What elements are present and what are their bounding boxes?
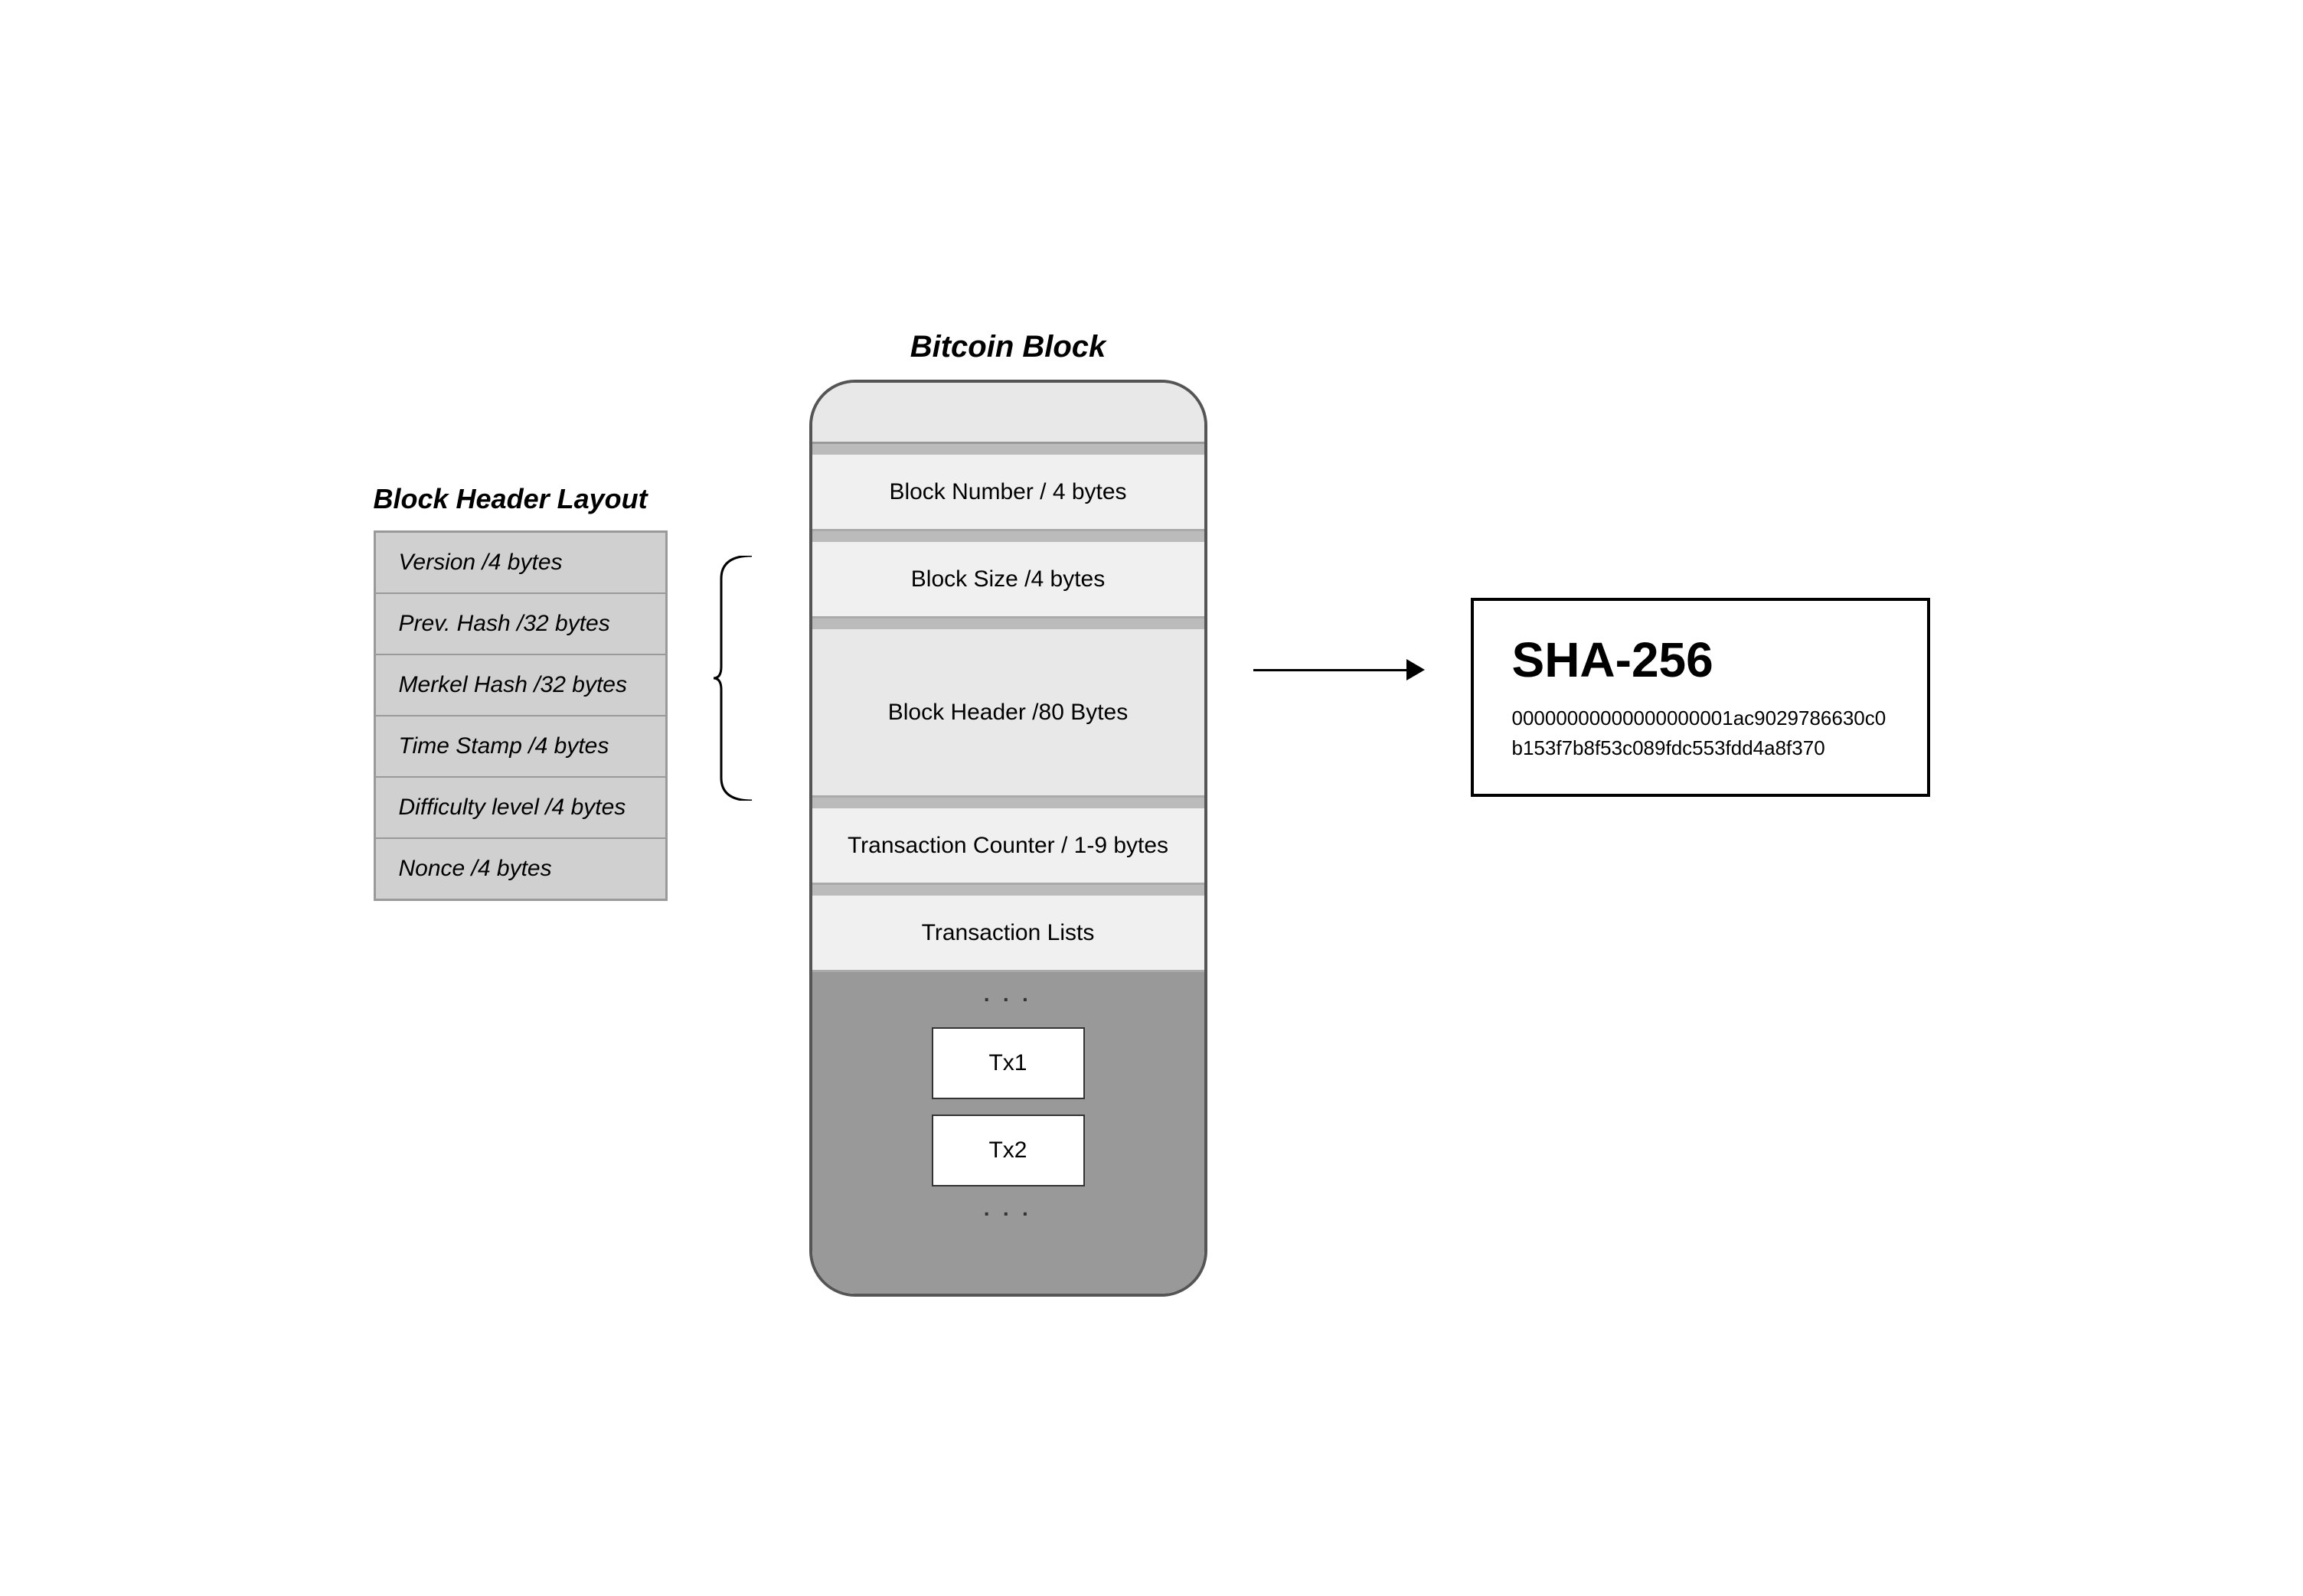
block-number-section: Block Number / 4 bytes [812,455,1204,531]
block-header-section: Block Header /80 Bytes [812,629,1204,798]
transactions-area: · · · Tx1 Tx2 · · · [812,972,1204,1294]
separator-3 [812,618,1204,629]
block-header-layout-title: Block Header Layout [374,483,648,515]
arrow-head-icon [1406,659,1425,681]
sha256-box: SHA-256 00000000000000000001ac9029786630… [1471,598,1930,797]
tx2-box: Tx2 [932,1115,1085,1186]
bitcoin-block-container: Bitcoin Block Block Number / 4 bytes Blo… [809,330,1207,1297]
bitcoin-block-title: Bitcoin Block [910,330,1106,364]
header-fields: Version /4 bytes Prev. Hash /32 bytes Me… [374,530,668,901]
separator-2 [812,531,1204,542]
header-field-merkelhash: Merkel Hash /32 bytes [375,654,666,716]
sha256-title: SHA-256 [1512,632,1889,688]
header-field-version: Version /4 bytes [375,532,666,593]
brace-icon [714,556,756,801]
transaction-lists-section: Transaction Lists [812,896,1204,972]
header-field-prevhash: Prev. Hash /32 bytes [375,593,666,654]
arrow-line [1253,669,1406,671]
separator-5 [812,885,1204,896]
block-header-layout: Block Header Layout Version /4 bytes Pre… [374,483,668,901]
header-field-timestamp: Time Stamp /4 bytes [375,716,666,777]
sha256-hash: 00000000000000000001ac9029786630c0b153f7… [1512,703,1889,763]
header-field-nonce: Nonce /4 bytes [375,838,666,899]
separator-1 [812,444,1204,455]
arrow-container [1253,659,1425,681]
header-field-difficulty: Difficulty level /4 bytes [375,777,666,838]
tx-dots-top: · · · [984,987,1033,1012]
bitcoin-block: Block Number / 4 bytes Block Size /4 byt… [809,380,1207,1297]
separator-4 [812,798,1204,808]
block-size-section: Block Size /4 bytes [812,542,1204,618]
transaction-counter-section: Transaction Counter / 1-9 bytes [812,808,1204,885]
tx1-box: Tx1 [932,1027,1085,1099]
brace-wrapper [714,556,756,805]
block-top-cap [812,383,1204,444]
tx-dots-bottom: · · · [984,1202,1033,1226]
main-container: Block Header Layout Version /4 bytes Pre… [374,330,1930,1297]
